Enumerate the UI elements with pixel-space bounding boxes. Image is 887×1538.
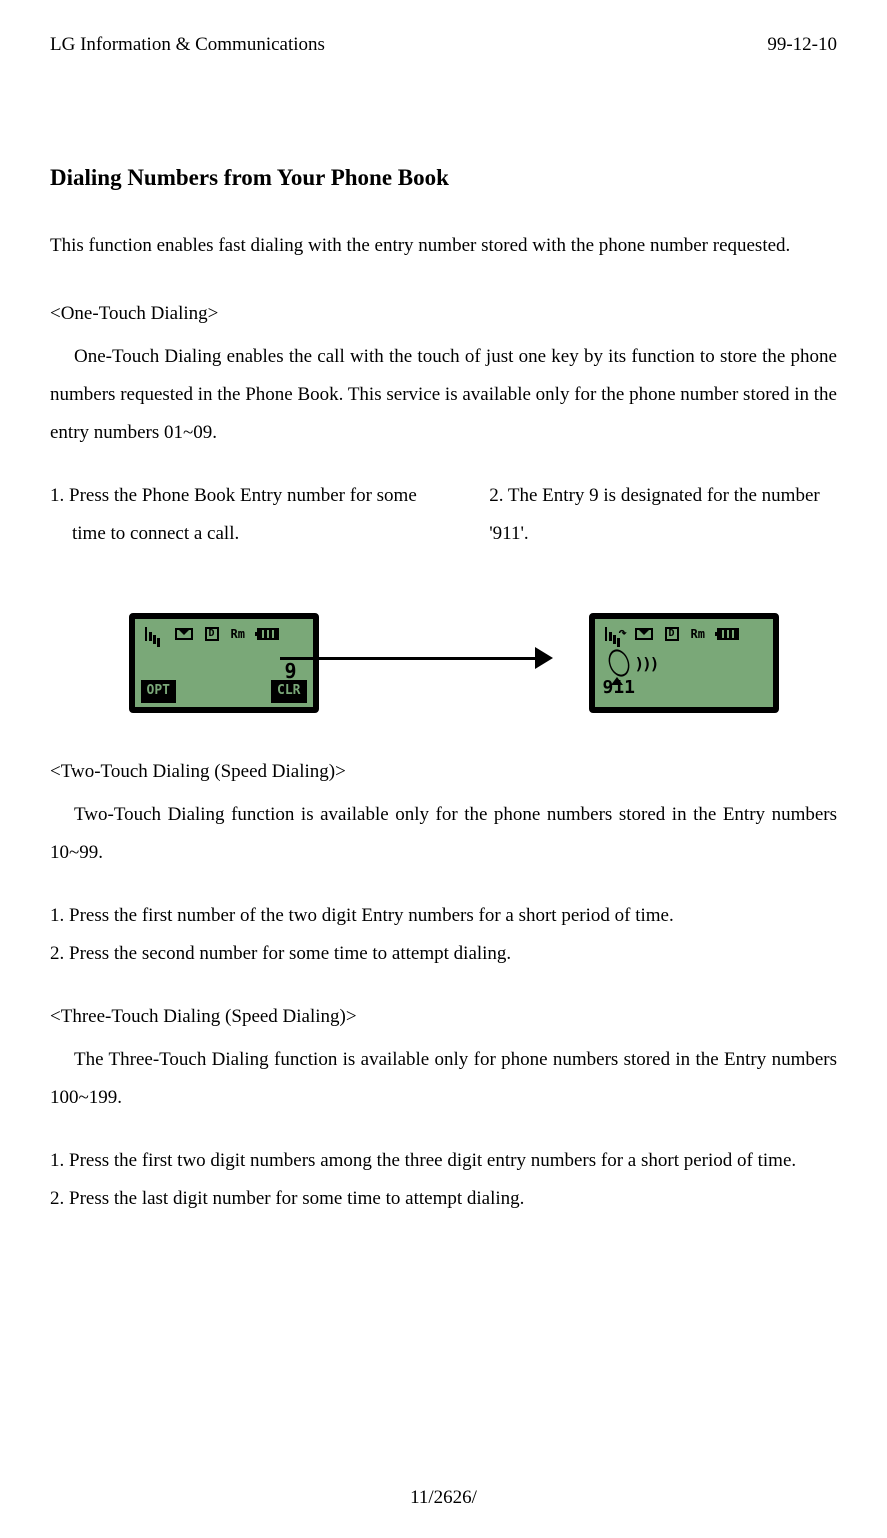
arrow-head-icon [535, 647, 553, 669]
signal-waves: ))) [635, 651, 658, 677]
three-touch-step2: 2. Press the last digit number for some … [50, 1180, 837, 1218]
dialed-number: 911 [603, 674, 636, 703]
envelope-icon [635, 628, 653, 640]
one-touch-label: <One-Touch Dialing> [50, 295, 837, 333]
one-touch-step1: 1. Press the Phone Book Entry number for… [50, 477, 449, 553]
softkey-opt: OPT [141, 680, 176, 703]
three-touch-step1: 1. Press the first two digit numbers amo… [50, 1142, 837, 1180]
page-footer: 11/2626/ [0, 1483, 887, 1513]
phone-screen-1: D Rm 9 OPT CLR [129, 613, 319, 713]
two-touch-step1: 1. Press the first number of the two dig… [50, 897, 837, 935]
in-use-icon: ↷ [619, 622, 627, 644]
signal-icon [143, 627, 163, 641]
status-bar-1: D Rm [143, 625, 305, 643]
two-touch-step2: 2. Press the second number for some time… [50, 935, 837, 973]
one-touch-step2: 2. The Entry 9 is designated for the num… [489, 477, 837, 553]
softkey-clr: CLR [271, 680, 306, 703]
d-indicator: D [205, 627, 219, 641]
arrow-line [280, 657, 540, 660]
rm-indicator: Rm [231, 625, 245, 644]
two-touch-desc: Two-Touch Dialing function is available … [50, 796, 837, 872]
phone-screen-2: ↷ D Rm ))) 911 [589, 613, 779, 713]
battery-icon [717, 628, 739, 640]
one-touch-desc: One-Touch Dialing enables the call with … [50, 338, 837, 452]
rm-indicator: Rm [691, 625, 705, 644]
screens-row: D Rm 9 OPT CLR ↷ D Rm ))) 911 [50, 603, 837, 723]
page-header: LG Information & Communications 99-12-10 [50, 30, 837, 60]
d-indicator: D [665, 627, 679, 641]
header-left: LG Information & Communications [50, 30, 325, 60]
battery-icon [257, 628, 279, 640]
intro-text: This function enables fast dialing with … [50, 227, 837, 265]
three-touch-label: <Three-Touch Dialing (Speed Dialing)> [50, 998, 837, 1036]
page-title: Dialing Numbers from Your Phone Book [50, 160, 837, 197]
header-right: 99-12-10 [767, 30, 837, 60]
envelope-icon [175, 628, 193, 640]
one-touch-steps: 1. Press the Phone Book Entry number for… [50, 477, 837, 563]
three-touch-desc: The Three-Touch Dialing function is avai… [50, 1041, 837, 1117]
status-bar-2: ↷ D Rm [603, 625, 765, 643]
two-touch-label: <Two-Touch Dialing (Speed Dialing)> [50, 753, 837, 791]
